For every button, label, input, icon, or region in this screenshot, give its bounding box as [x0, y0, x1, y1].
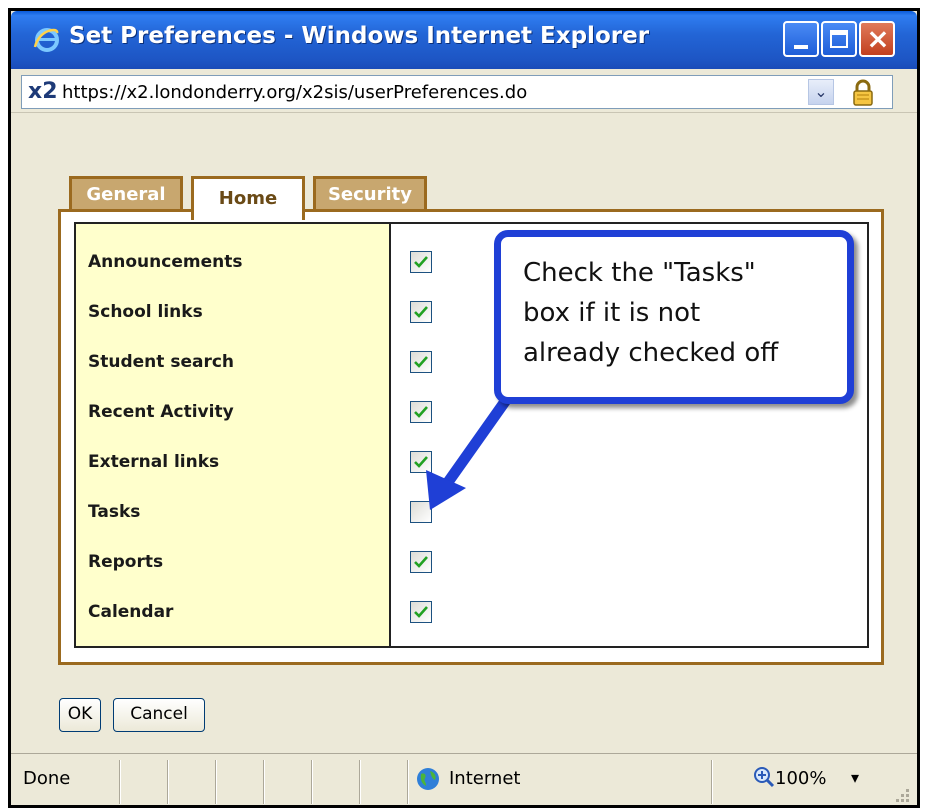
- pref-label-school-links: School links: [88, 302, 203, 322]
- callout-line: box if it is not: [523, 298, 701, 328]
- globe-icon: [417, 768, 439, 790]
- checkbox-calendar[interactable]: [410, 601, 432, 623]
- ok-button[interactable]: OK: [59, 698, 101, 732]
- site-logo: x2: [28, 79, 58, 104]
- callout-line: already checked off: [523, 338, 779, 368]
- status-divider: [311, 760, 313, 804]
- status-bar: Done Internet 100% ▾: [11, 753, 917, 805]
- checkbox-external-links[interactable]: [410, 451, 432, 473]
- checkbox-school-links[interactable]: [410, 301, 432, 323]
- zoom-level[interactable]: 100%: [775, 768, 826, 789]
- close-button[interactable]: ×: [859, 21, 895, 57]
- status-text: Done: [23, 768, 71, 789]
- checkbox-announcements[interactable]: [410, 251, 432, 273]
- checkbox-reports[interactable]: [410, 551, 432, 573]
- checkmark-icon: [414, 606, 428, 618]
- resize-grip-icon[interactable]: [891, 784, 911, 804]
- pref-label-student-search: Student search: [88, 352, 235, 372]
- checkbox-student-search[interactable]: [410, 351, 432, 373]
- status-divider: [359, 760, 361, 804]
- minimize-button[interactable]: [783, 21, 819, 57]
- checkmark-icon: [414, 306, 428, 318]
- pref-label-tasks: Tasks: [88, 502, 141, 522]
- status-divider: [167, 760, 169, 804]
- status-divider: [215, 760, 217, 804]
- maximize-button[interactable]: [821, 21, 857, 57]
- instruction-callout: Check the "Tasks" box if it is not alrea…: [494, 230, 854, 404]
- checkmark-icon: [414, 406, 428, 418]
- pref-label-reports: Reports: [88, 552, 164, 572]
- maximize-icon: [830, 30, 848, 48]
- checkmark-icon: [414, 556, 428, 568]
- lock-icon[interactable]: [848, 78, 878, 108]
- status-divider: [263, 760, 265, 804]
- internet-explorer-icon: [33, 28, 59, 52]
- pref-label-announcements: Announcements: [88, 252, 243, 272]
- tab-home[interactable]: Home: [191, 176, 305, 220]
- status-divider: [711, 760, 713, 804]
- url-field[interactable]: x2 https://x2.londonderry.org/x2sis/user…: [21, 75, 893, 109]
- callout-line: Check the "Tasks": [523, 258, 756, 288]
- label-column: [76, 224, 391, 646]
- checkmark-icon: [414, 256, 428, 268]
- pref-label-calendar: Calendar: [88, 602, 174, 622]
- minimize-icon: [794, 45, 808, 49]
- pref-label-recent-activity: Recent Activity: [88, 402, 234, 422]
- pref-label-external-links: External links: [88, 452, 220, 472]
- security-zone: Internet: [449, 768, 521, 789]
- checkbox-recent-activity[interactable]: [410, 401, 432, 423]
- address-dropdown-button[interactable]: ⌄: [808, 79, 834, 105]
- dialog-body: General Home Security Announcements Scho…: [11, 113, 917, 753]
- checkmark-icon: [414, 356, 428, 368]
- chevron-down-icon: ⌄: [814, 82, 828, 101]
- status-divider: [407, 760, 409, 804]
- browser-window: Set Preferences - Windows Internet Explo…: [8, 8, 920, 808]
- window-title: Set Preferences - Windows Internet Explo…: [69, 23, 650, 49]
- url-text[interactable]: https://x2.londonderry.org/x2sis/userPre…: [62, 82, 527, 103]
- close-icon: ×: [866, 22, 890, 55]
- zoom-dropdown-icon[interactable]: ▾: [851, 768, 859, 787]
- address-bar: x2 https://x2.londonderry.org/x2sis/user…: [11, 69, 917, 113]
- checkbox-tasks[interactable]: [410, 501, 432, 523]
- zoom-icon[interactable]: [753, 766, 775, 788]
- title-bar[interactable]: Set Preferences - Windows Internet Explo…: [11, 11, 917, 69]
- cancel-button[interactable]: Cancel: [113, 698, 205, 732]
- status-divider: [119, 760, 121, 804]
- checkmark-icon: [414, 456, 428, 468]
